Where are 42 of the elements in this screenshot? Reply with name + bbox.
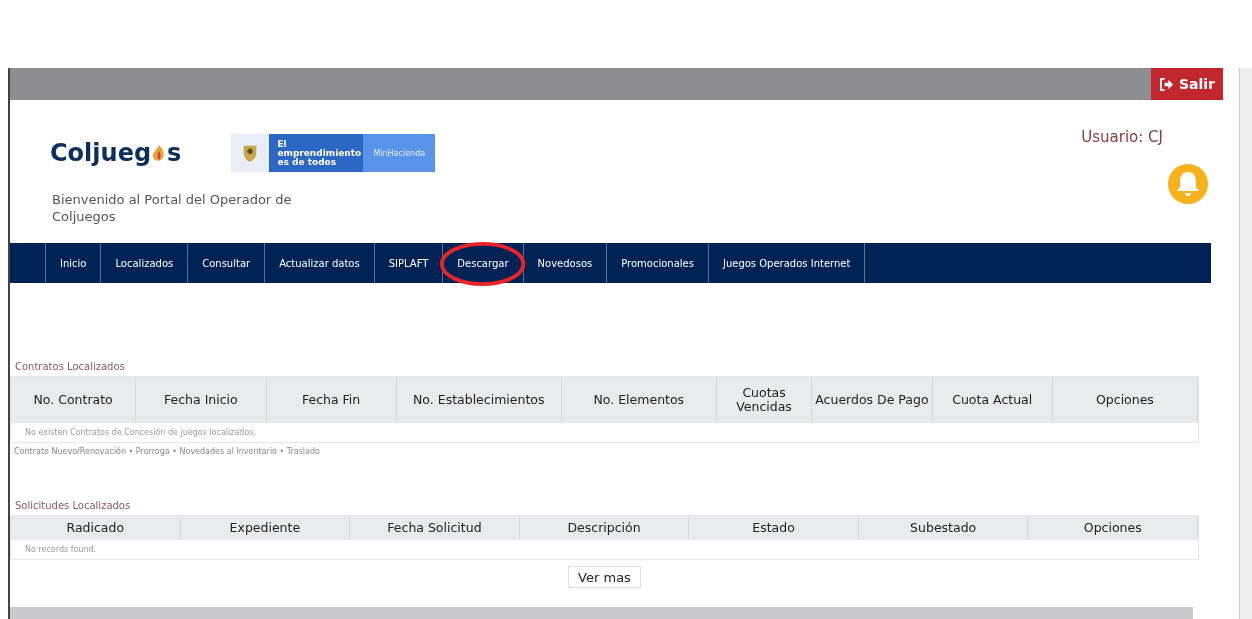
nav-link[interactable]: Novedosos [523,243,608,283]
nav-link[interactable]: Actualizar datos [265,243,375,283]
nav-link[interactable]: SIPLAFT [374,243,444,283]
nav-link[interactable]: Juegos Operados Internet [708,243,866,283]
column-header: Estado [689,516,859,540]
column-header: Fecha Inicio [136,377,267,423]
column-header: Fecha Fin [266,377,397,423]
empty-message: No existen Contratos de Concesión de juegos localizados. [24,426,258,439]
column-header: Radicado [11,516,181,540]
column-header: Descripción [519,516,690,540]
see-more-button[interactable]: Ver mas [568,566,641,588]
column-header: Opciones [1028,516,1199,540]
user-label: Usuario: CJ [1081,128,1163,146]
column-header: Expediente [180,516,351,540]
nav-link[interactable]: Promocionales [607,243,709,283]
column-header: Acuerdos De Pago [812,377,933,423]
column-header: Cuota Actual [932,377,1053,423]
welcome-text: Bienvenido al Portal del Operador de Coljuegos [52,192,293,226]
ministry-label: MinHacienda [363,134,436,172]
legend-text: Contrato Nuevo/Renovación • Prorroga • Novedades al Inventario • Traslado [14,447,321,456]
flame-icon [152,144,167,162]
notification-bell-icon[interactable] [1168,164,1208,204]
column-header: No. Elementos [561,377,717,423]
logo-text: Coljueg [50,139,152,167]
column-header: Cuotas Vencidas [716,377,813,423]
coat-of-arms-icon [231,134,270,172]
column-header: Fecha Solicitud [350,516,520,540]
section-title: Contratos Localizados [15,361,126,372]
nav-link[interactable]: Localizados [101,243,189,283]
nav-link[interactable]: Consultar [188,243,266,283]
logout-button[interactable]: Salir [1150,68,1223,100]
logout-icon [1158,77,1174,91]
column-header: No. Contrato [11,377,137,423]
section-title: Solicitudes Localizados [15,500,132,511]
empty-message: No records found. [24,544,98,556]
logo-text: s [167,139,182,167]
banner-slogan: El emprendimiento es de todos [276,139,363,167]
nav-link[interactable]: Descargar [443,243,524,283]
column-header: Subestado [858,516,1029,540]
column-header: Opciones [1052,377,1198,423]
column-header: No. Establecimientos [396,377,562,423]
nav-link[interactable]: Inicio [46,243,102,283]
